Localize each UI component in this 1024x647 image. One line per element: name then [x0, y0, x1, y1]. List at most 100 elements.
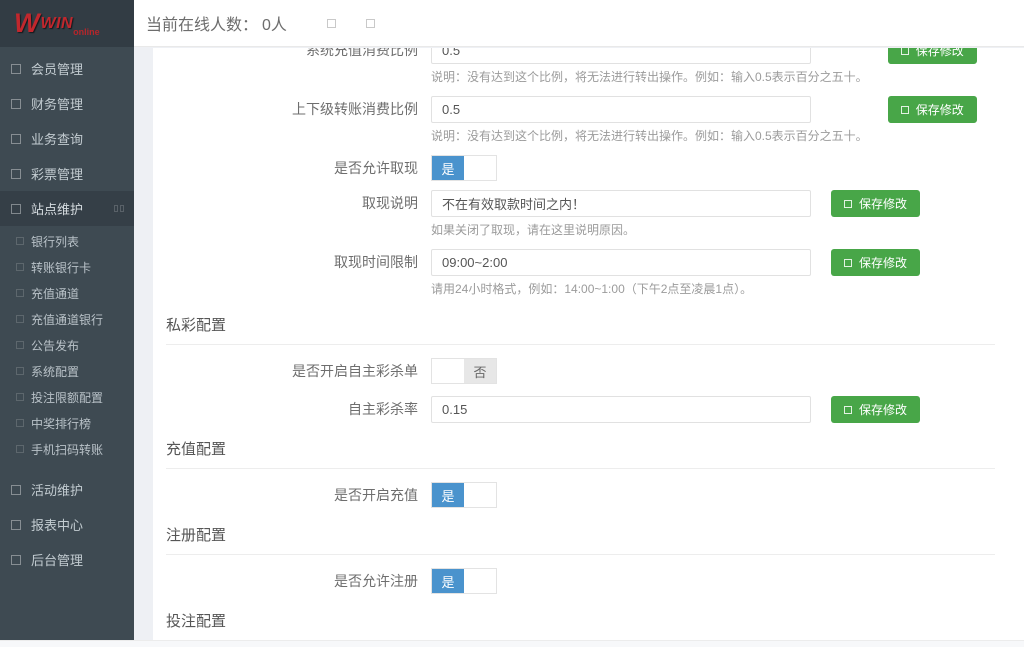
logo-w-icon: W — [14, 10, 39, 37]
field-label: 自主彩杀率 — [153, 396, 431, 423]
toggle-on-label: 是 — [432, 569, 464, 593]
sidebar-subitem-label: 手机扫码转账 — [31, 441, 103, 458]
menu-box-icon — [11, 520, 21, 530]
admin-page: W WIN online 会员管理 财务管理 业务查询 彩票管理 — [0, 0, 1024, 647]
self-kill-toggle[interactable]: 否 — [431, 358, 497, 384]
toggle-on-label: 是 — [432, 156, 464, 180]
sidebar-subitem-label: 投注限额配置 — [31, 389, 103, 406]
sidebar-subitem-label: 公告发布 — [31, 337, 79, 354]
section-title-betting: 投注配置 — [166, 610, 995, 640]
sidebar-subitem-recharge-channel[interactable]: 充值通道 — [0, 280, 134, 306]
save-button-label: 保存修改 — [859, 254, 907, 271]
sidebar-subitem-recharge-channel-bank[interactable]: 充值通道银行 — [0, 306, 134, 332]
sidebar-subitem-system-config[interactable]: 系统配置 — [0, 358, 134, 384]
submenu-box-icon — [16, 393, 24, 401]
toggle-off-side — [464, 569, 496, 593]
app-logo[interactable]: W WIN online — [0, 0, 134, 47]
sidebar-item-label: 活动维护 — [31, 480, 83, 499]
field-label: 上下级转账消费比例 — [153, 96, 431, 123]
sidebar-item-site-maintenance[interactable]: 站点维护 — [0, 191, 134, 226]
withdraw-time-input[interactable] — [431, 249, 811, 276]
field-help: 如果关闭了取现，请在这里说明原因。 — [431, 223, 811, 237]
withdraw-time-row: 取现时间限制 请用24小时格式，例如：14:00~1:00（下午2点至凌晨1点）… — [153, 249, 1008, 299]
field-help: 说明：没有达到这个比例，将无法进行转出操作。例如：输入0.5表示百分之五十。 — [431, 129, 868, 143]
sidebar-item-report-center[interactable]: 报表中心 — [0, 507, 134, 542]
field-help: 请用24小时格式，例如：14:00~1:00（下午2点至凌晨1点）。 — [431, 282, 811, 296]
field-label: 是否开启自主彩杀单 — [153, 358, 431, 385]
save-button[interactable]: 保存修改 — [831, 396, 920, 423]
menu-box-icon — [11, 134, 21, 144]
menu-box-icon — [11, 485, 21, 495]
sidebar-subitem-label: 系统配置 — [31, 363, 79, 380]
sidebar-item-activity-maintenance[interactable]: 活动维护 — [0, 472, 134, 507]
save-button-label: 保存修改 — [859, 401, 907, 418]
withdraw-note-input[interactable] — [431, 190, 811, 217]
field-label: 取现时间限制 — [153, 249, 431, 276]
sidebar-nav: 会员管理 财务管理 业务查询 彩票管理 站点维护 — [0, 47, 134, 577]
allow-withdraw-toggle[interactable]: 是 — [431, 155, 497, 181]
submenu-box-icon — [16, 419, 24, 427]
placeholder-icon[interactable] — [327, 19, 336, 28]
sidebar-submenu: 银行列表 转账银行卡 充值通道 充值通道银行 公告发布 — [0, 226, 134, 464]
menu-box-icon — [11, 169, 21, 179]
sidebar-subitem-transfer-bank-card[interactable]: 转账银行卡 — [0, 254, 134, 280]
sidebar-item-finance-management[interactable]: 财务管理 — [0, 86, 134, 121]
sidebar-subitem-label: 中奖排行榜 — [31, 415, 91, 432]
system-config-panel: 系统充值消费比例 说明：没有达到这个比例，将无法进行转出操作。例如：输入0.5表… — [153, 48, 1024, 640]
recharge-enable-toggle[interactable]: 是 — [431, 482, 497, 508]
toggle-on-side — [432, 359, 464, 383]
toggle-off-label: 否 — [464, 359, 496, 383]
sidebar-subitem-bank-list[interactable]: 银行列表 — [0, 228, 134, 254]
self-kill-toggle-row: 是否开启自主彩杀单 否 — [153, 358, 1008, 388]
sidebar-item-business-query[interactable]: 业务查询 — [0, 121, 134, 156]
save-box-icon — [844, 259, 852, 267]
menu-box-icon — [11, 99, 21, 109]
menu-box-icon — [11, 204, 21, 214]
withdraw-note-row: 取现说明 如果关闭了取现，请在这里说明原因。 保存修改 — [153, 190, 1008, 240]
sidebar-item-label: 后台管理 — [31, 550, 83, 569]
logo-brand-text: WIN — [40, 15, 73, 33]
sidebar-subitem-winning-leaderboard[interactable]: 中奖排行榜 — [0, 410, 134, 436]
allow-withdraw-row: 是否允许取现 是 — [153, 155, 1008, 182]
sidebar-item-admin-management[interactable]: 后台管理 — [0, 542, 134, 577]
sidebar-subitem-label: 充值通道 — [31, 285, 79, 302]
sidebar-item-label: 报表中心 — [31, 515, 83, 534]
field-label: 是否允许注册 — [153, 568, 431, 595]
submenu-box-icon — [16, 237, 24, 245]
save-button[interactable]: 保存修改 — [888, 48, 977, 64]
sidebar-item-lottery-management[interactable]: 彩票管理 — [0, 156, 134, 191]
save-button-label: 保存修改 — [859, 195, 907, 212]
transfer-ratio-input[interactable] — [431, 96, 811, 123]
menu-box-icon — [11, 555, 21, 565]
placeholder-icon[interactable] — [366, 19, 375, 28]
recharge-toggle-row: 是否开启充值 是 — [153, 482, 1008, 509]
system-recharge-ratio-row: 系统充值消费比例 说明：没有达到这个比例，将无法进行转出操作。例如：输入0.5表… — [153, 48, 1008, 87]
sidebar-item-label: 会员管理 — [31, 59, 83, 78]
sidebar: W WIN online 会员管理 财务管理 业务查询 彩票管理 — [0, 0, 134, 640]
sidebar-subitem-announcement-publish[interactable]: 公告发布 — [0, 332, 134, 358]
top-header: 当前在线人数： 0人 — [134, 0, 1024, 47]
field-label: 是否开启充值 — [153, 482, 431, 509]
save-box-icon — [844, 200, 852, 208]
sidebar-subitem-label: 充值通道银行 — [31, 311, 103, 328]
sidebar-subitem-label: 转账银行卡 — [31, 259, 91, 276]
register-allow-toggle[interactable]: 是 — [431, 568, 497, 594]
field-label: 取现说明 — [153, 190, 431, 217]
sidebar-subitem-mobile-qr-transfer[interactable]: 手机扫码转账 — [0, 436, 134, 462]
sidebar-item-label: 业务查询 — [31, 129, 83, 148]
sidebar-item-member-management[interactable]: 会员管理 — [0, 51, 134, 86]
system-recharge-ratio-input[interactable] — [431, 48, 811, 64]
submenu-box-icon — [16, 367, 24, 375]
register-toggle-row: 是否允许注册 是 — [153, 568, 1008, 595]
sidebar-subitem-bet-limit-config[interactable]: 投注限额配置 — [0, 384, 134, 410]
toggle-off-side — [464, 483, 496, 507]
save-button[interactable]: 保存修改 — [888, 96, 977, 123]
save-button[interactable]: 保存修改 — [831, 190, 920, 217]
self-kill-rate-row: 自主彩杀率 保存修改 — [153, 396, 1008, 423]
sidebar-item-label: 彩票管理 — [31, 164, 83, 183]
submenu-box-icon — [16, 445, 24, 453]
save-button[interactable]: 保存修改 — [831, 249, 920, 276]
self-kill-rate-input[interactable] — [431, 396, 811, 423]
save-box-icon — [844, 406, 852, 414]
toggle-on-label: 是 — [432, 483, 464, 507]
